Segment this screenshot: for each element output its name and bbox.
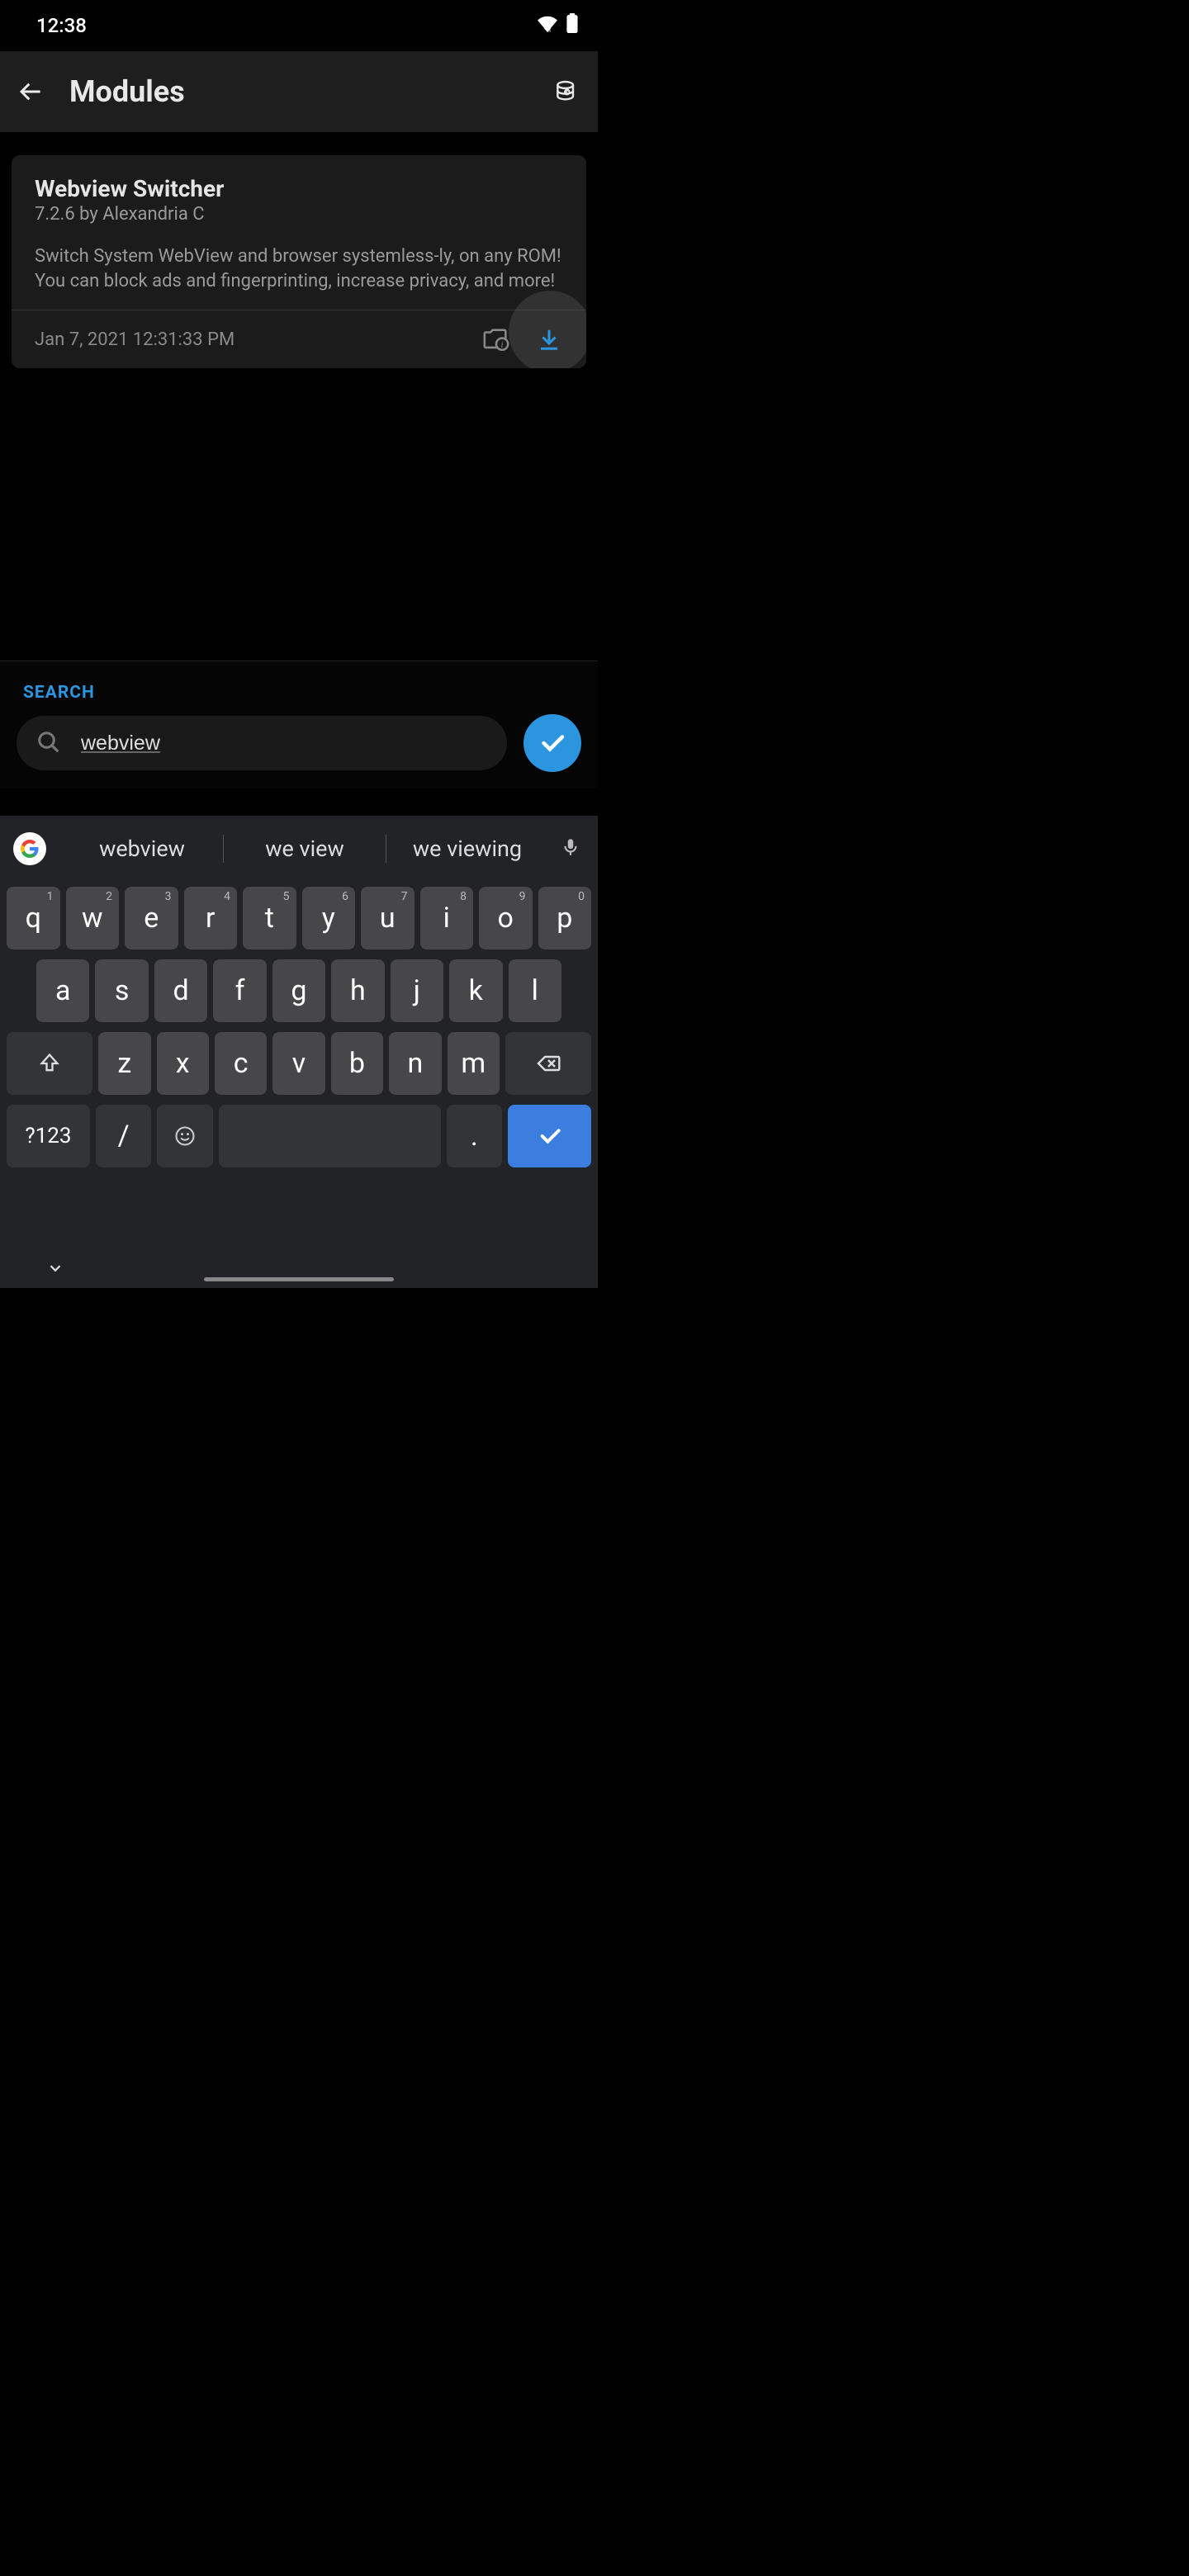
- keyboard-hide-icon[interactable]: [46, 1259, 64, 1281]
- enter-key[interactable]: [508, 1105, 591, 1167]
- key-t[interactable]: t5: [243, 887, 296, 949]
- suggestion-bar: webview we view we viewing: [0, 816, 598, 882]
- key-s[interactable]: s: [95, 959, 148, 1022]
- emoji-key[interactable]: [157, 1105, 212, 1167]
- shift-key[interactable]: [7, 1032, 92, 1095]
- symnum-key[interactable]: ?123: [7, 1105, 90, 1167]
- app-header: Modules: [0, 51, 598, 132]
- google-icon[interactable]: [13, 832, 46, 865]
- content-area: Webview Switcher 7.2.6 by Alexandria C S…: [0, 155, 598, 368]
- key-r[interactable]: r4: [184, 887, 238, 949]
- key-k[interactable]: k: [449, 959, 502, 1022]
- suggestion-2[interactable]: we view: [224, 836, 386, 862]
- module-date: Jan 7, 2021 12:31:33 PM: [35, 329, 482, 350]
- key-b[interactable]: b: [331, 1032, 383, 1095]
- keyboard: webview we view we viewing q1w2e3r4t5y6u…: [0, 816, 598, 1288]
- wifi-icon: ⇅: [537, 14, 558, 37]
- module-card-top: Webview Switcher 7.2.6 by Alexandria C S…: [12, 155, 586, 310]
- module-card[interactable]: Webview Switcher 7.2.6 by Alexandria C S…: [12, 155, 586, 368]
- suggestion-1[interactable]: webview: [61, 836, 223, 862]
- key-a[interactable]: a: [36, 959, 89, 1022]
- module-meta: 7.2.6 by Alexandria C: [35, 204, 563, 225]
- search-icon: [36, 730, 63, 756]
- key-x[interactable]: x: [157, 1032, 209, 1095]
- key-v[interactable]: v: [272, 1032, 324, 1095]
- key-z[interactable]: z: [98, 1032, 150, 1095]
- module-card-bottom: Jan 7, 2021 12:31:33 PM i: [12, 310, 586, 368]
- space-key[interactable]: [219, 1105, 441, 1167]
- suggestion-3[interactable]: we viewing: [386, 836, 548, 862]
- period-key[interactable]: .: [447, 1105, 502, 1167]
- keyboard-keys: q1w2e3r4t5y6u7i8o9p0 asdfghjkl zxcvbnm ?…: [0, 882, 598, 1288]
- repo-button[interactable]: [550, 75, 583, 108]
- status-icons: ⇅: [537, 13, 578, 38]
- key-e[interactable]: e3: [125, 887, 178, 949]
- search-input[interactable]: [81, 732, 487, 755]
- key-g[interactable]: g: [272, 959, 325, 1022]
- backspace-key[interactable]: [505, 1032, 591, 1095]
- key-l[interactable]: l: [509, 959, 561, 1022]
- key-o[interactable]: o9: [479, 887, 533, 949]
- search-panel: SEARCH: [0, 661, 598, 788]
- key-c[interactable]: c: [215, 1032, 267, 1095]
- status-time: 12:38: [36, 14, 87, 37]
- module-name: Webview Switcher: [35, 175, 563, 202]
- search-label: SEARCH: [0, 661, 598, 714]
- slash-key[interactable]: /: [96, 1105, 151, 1167]
- key-h[interactable]: h: [331, 959, 384, 1022]
- back-button[interactable]: [15, 75, 48, 108]
- search-field[interactable]: [17, 716, 507, 770]
- module-description: Switch System WebView and browser system…: [35, 244, 563, 293]
- key-i[interactable]: i8: [420, 887, 474, 949]
- key-p[interactable]: p0: [538, 887, 592, 949]
- key-q[interactable]: q1: [7, 887, 60, 949]
- key-w[interactable]: w2: [66, 887, 120, 949]
- status-bar: 12:38 ⇅: [0, 0, 598, 51]
- search-confirm-button[interactable]: [523, 714, 581, 772]
- download-icon[interactable]: [535, 325, 563, 353]
- key-d[interactable]: d: [154, 959, 207, 1022]
- gesture-pill[interactable]: [204, 1277, 394, 1281]
- mic-icon[interactable]: [560, 836, 585, 861]
- key-u[interactable]: u7: [361, 887, 414, 949]
- changelog-icon[interactable]: i: [482, 325, 510, 353]
- key-n[interactable]: n: [389, 1032, 441, 1095]
- key-j[interactable]: j: [391, 959, 443, 1022]
- key-m[interactable]: m: [448, 1032, 500, 1095]
- key-f[interactable]: f: [213, 959, 266, 1022]
- svg-text:i: i: [501, 340, 504, 350]
- battery-icon: [566, 13, 578, 38]
- svg-text:⇅: ⇅: [547, 28, 552, 32]
- page-title: Modules: [69, 74, 550, 109]
- key-y[interactable]: y6: [302, 887, 356, 949]
- nav-bar: [0, 1252, 598, 1288]
